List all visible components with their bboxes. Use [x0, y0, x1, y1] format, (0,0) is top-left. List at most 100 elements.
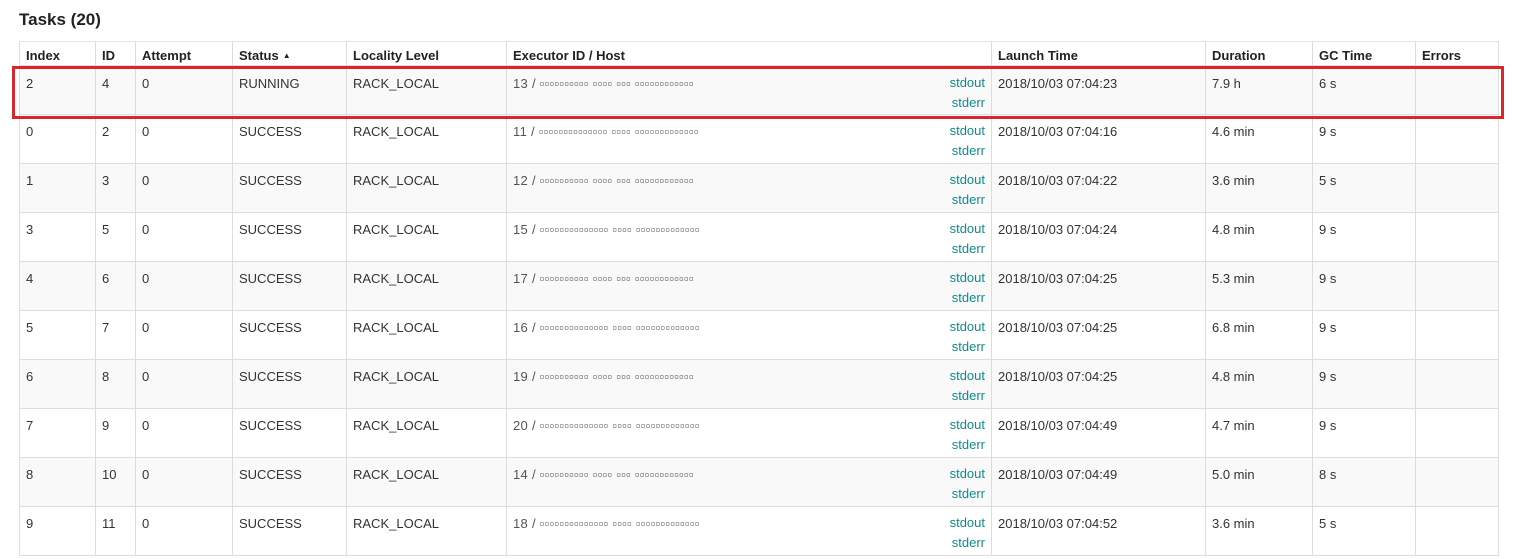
stderr-link[interactable]: stderr — [950, 533, 985, 553]
cell-index: 9 — [19, 506, 96, 556]
cell-attempt: 0 — [135, 65, 233, 115]
cell-locality: RACK_LOCAL — [346, 506, 507, 556]
cell-attempt: 0 — [135, 212, 233, 262]
cell-attempt: 0 — [135, 408, 233, 458]
cell-index: 3 — [19, 212, 96, 262]
stdout-link[interactable]: stdout — [950, 268, 985, 288]
stdout-link[interactable]: stdout — [950, 73, 985, 93]
cell-executor-host: 17 / ▫▫▫▫▫▫▫▫▫▫ ▫▫▫▫ ▫▫▫ ▫▫▫▫▫▫▫▫▫▫▫▫ std… — [506, 261, 992, 311]
stderr-link[interactable]: stderr — [950, 93, 985, 113]
log-links: stdout stderr — [950, 268, 985, 308]
table-row: 8 10 0 SUCCESS RACK_LOCAL 14 / ▫▫▫▫▫▫▫▫▫▫ ▫▫▫… — [19, 457, 1499, 507]
header-index[interactable]: Index — [19, 41, 96, 67]
header-attempt[interactable]: Attempt — [135, 41, 233, 67]
cell-launch: 2018/10/03 07:04:16 — [991, 114, 1206, 164]
table-row: 7 9 0 SUCCESS RACK_LOCAL 20 / ▫▫▫▫▫▫▫▫▫▫▫▫▫▫ … — [19, 408, 1499, 458]
stdout-link[interactable]: stdout — [950, 366, 985, 386]
table-row: 3 5 0 SUCCESS RACK_LOCAL 15 / ▫▫▫▫▫▫▫▫▫▫▫▫▫▫ … — [19, 212, 1499, 262]
log-links: stdout stderr — [950, 366, 985, 406]
cell-attempt: 0 — [135, 310, 233, 360]
stdout-link[interactable]: stdout — [950, 170, 985, 190]
stdout-link[interactable]: stdout — [950, 121, 985, 141]
cell-status: RUNNING — [232, 65, 347, 115]
table-row: 6 8 0 SUCCESS RACK_LOCAL 19 / ▫▫▫▫▫▫▫▫▫▫ ▫▫▫▫… — [19, 359, 1499, 409]
stderr-link[interactable]: stderr — [950, 141, 985, 161]
stderr-link[interactable]: stderr — [950, 239, 985, 259]
cell-status: SUCCESS — [232, 212, 347, 262]
header-duration[interactable]: Duration — [1205, 41, 1313, 67]
cell-locality: RACK_LOCAL — [346, 163, 507, 213]
stdout-link[interactable]: stdout — [950, 513, 985, 533]
page-title: Tasks (20) — [19, 10, 101, 29]
cell-gc: 9 s — [1312, 114, 1416, 164]
cell-gc: 5 s — [1312, 163, 1416, 213]
header-errors[interactable]: Errors — [1415, 41, 1499, 67]
stdout-link[interactable]: stdout — [950, 464, 985, 484]
header-status[interactable]: Status ▲ — [232, 41, 347, 67]
cell-id: 4 — [95, 65, 136, 115]
table-row: 5 7 0 SUCCESS RACK_LOCAL 16 / ▫▫▫▫▫▫▫▫▫▫▫▫▫▫ … — [19, 310, 1499, 360]
cell-locality: RACK_LOCAL — [346, 114, 507, 164]
header-gc-time[interactable]: GC Time — [1312, 41, 1416, 67]
cell-index: 0 — [19, 114, 96, 164]
executor-host-text: 19 / ▫▫▫▫▫▫▫▫▫▫ ▫▫▫▫ ▫▫▫ ▫▫▫▫▫▫▫▫▫▫▫▫ — [513, 369, 694, 384]
sort-ascending-icon: ▲ — [282, 51, 291, 60]
cell-id: 5 — [95, 212, 136, 262]
cell-id: 9 — [95, 408, 136, 458]
stdout-link[interactable]: stdout — [950, 317, 985, 337]
cell-locality: RACK_LOCAL — [346, 408, 507, 458]
cell-duration: 4.6 min — [1205, 114, 1313, 164]
cell-duration: 4.8 min — [1205, 212, 1313, 262]
cell-executor-host: 12 / ▫▫▫▫▫▫▫▫▫▫ ▫▫▫▫ ▫▫▫ ▫▫▫▫▫▫▫▫▫▫▫▫ std… — [506, 163, 992, 213]
cell-executor-host: 11 / ▫▫▫▫▫▫▫▫▫▫▫▫▫▫ ▫▫▫▫ ▫▫▫▫▫▫▫▫▫▫▫▫▫ st… — [506, 114, 992, 164]
cell-errors — [1415, 310, 1499, 360]
tasks-table: Index ID Attempt Status ▲ Locality Level … — [19, 41, 1499, 556]
cell-status: SUCCESS — [232, 457, 347, 507]
cell-gc: 8 s — [1312, 457, 1416, 507]
stderr-link[interactable]: stderr — [950, 337, 985, 357]
stdout-link[interactable]: stdout — [950, 219, 985, 239]
cell-executor-host: 15 / ▫▫▫▫▫▫▫▫▫▫▫▫▫▫ ▫▫▫▫ ▫▫▫▫▫▫▫▫▫▫▫▫▫ st… — [506, 212, 992, 262]
stderr-link[interactable]: stderr — [950, 435, 985, 455]
executor-host-text: 15 / ▫▫▫▫▫▫▫▫▫▫▫▫▫▫ ▫▫▫▫ ▫▫▫▫▫▫▫▫▫▫▫▫▫ — [513, 222, 700, 237]
header-locality-level[interactable]: Locality Level — [346, 41, 507, 67]
cell-id: 6 — [95, 261, 136, 311]
header-launch-time[interactable]: Launch Time — [991, 41, 1206, 67]
cell-errors — [1415, 212, 1499, 262]
table-row: 1 3 0 SUCCESS RACK_LOCAL 12 / ▫▫▫▫▫▫▫▫▫▫ ▫▫▫▫… — [19, 163, 1499, 213]
stdout-link[interactable]: stdout — [950, 415, 985, 435]
cell-status: SUCCESS — [232, 506, 347, 556]
cell-errors — [1415, 506, 1499, 556]
cell-locality: RACK_LOCAL — [346, 310, 507, 360]
cell-status: SUCCESS — [232, 310, 347, 360]
cell-gc: 9 s — [1312, 359, 1416, 409]
cell-launch: 2018/10/03 07:04:49 — [991, 457, 1206, 507]
cell-executor-host: 19 / ▫▫▫▫▫▫▫▫▫▫ ▫▫▫▫ ▫▫▫ ▫▫▫▫▫▫▫▫▫▫▫▫ std… — [506, 359, 992, 409]
stderr-link[interactable]: stderr — [950, 288, 985, 308]
cell-attempt: 0 — [135, 506, 233, 556]
cell-executor-host: 14 / ▫▫▫▫▫▫▫▫▫▫ ▫▫▫▫ ▫▫▫ ▫▫▫▫▫▫▫▫▫▫▫▫ std… — [506, 457, 992, 507]
table-row: 4 6 0 SUCCESS RACK_LOCAL 17 / ▫▫▫▫▫▫▫▫▫▫ ▫▫▫▫… — [19, 261, 1499, 311]
cell-attempt: 0 — [135, 359, 233, 409]
cell-id: 2 — [95, 114, 136, 164]
cell-index: 5 — [19, 310, 96, 360]
cell-executor-host: 20 / ▫▫▫▫▫▫▫▫▫▫▫▫▫▫ ▫▫▫▫ ▫▫▫▫▫▫▫▫▫▫▫▫▫ st… — [506, 408, 992, 458]
cell-gc: 9 s — [1312, 212, 1416, 262]
header-id[interactable]: ID — [95, 41, 136, 67]
log-links: stdout stderr — [950, 317, 985, 357]
header-executor-host[interactable]: Executor ID / Host — [506, 41, 992, 67]
cell-launch: 2018/10/03 07:04:49 — [991, 408, 1206, 458]
cell-errors — [1415, 457, 1499, 507]
cell-duration: 6.8 min — [1205, 310, 1313, 360]
cell-errors — [1415, 65, 1499, 115]
table-row: 0 2 0 SUCCESS RACK_LOCAL 11 / ▫▫▫▫▫▫▫▫▫▫▫▫▫▫ … — [19, 114, 1499, 164]
cell-errors — [1415, 359, 1499, 409]
cell-executor-host: 16 / ▫▫▫▫▫▫▫▫▫▫▫▫▫▫ ▫▫▫▫ ▫▫▫▫▫▫▫▫▫▫▫▫▫ st… — [506, 310, 992, 360]
stderr-link[interactable]: stderr — [950, 484, 985, 504]
cell-errors — [1415, 163, 1499, 213]
cell-gc: 5 s — [1312, 506, 1416, 556]
cell-attempt: 0 — [135, 114, 233, 164]
stderr-link[interactable]: stderr — [950, 190, 985, 210]
cell-errors — [1415, 114, 1499, 164]
stderr-link[interactable]: stderr — [950, 386, 985, 406]
